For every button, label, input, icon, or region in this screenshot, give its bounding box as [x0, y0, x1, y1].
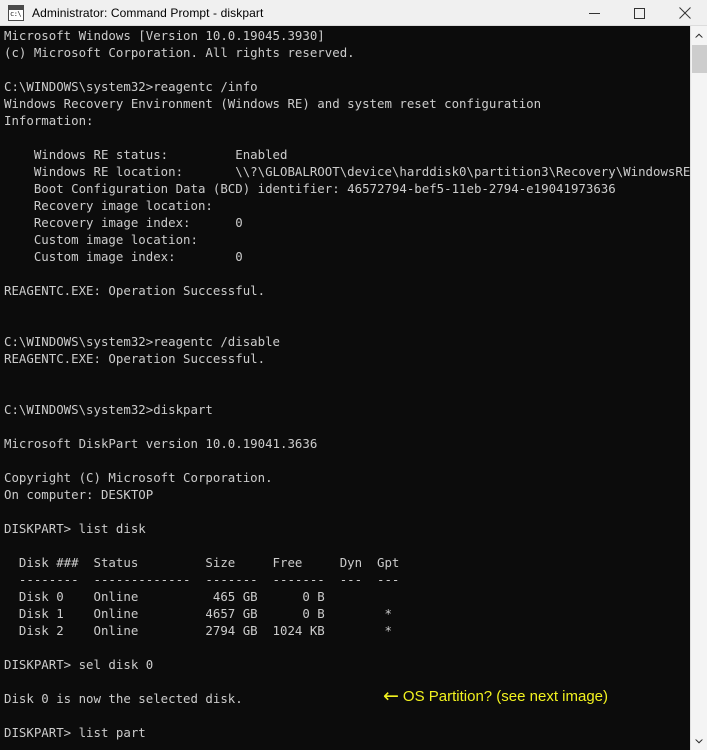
- chevron-down-icon: [695, 739, 703, 743]
- terminal-text: Microsoft Windows [Version 10.0.19045.39…: [4, 28, 690, 740]
- window-titlebar[interactable]: c:\ Administrator: Command Prompt - disk…: [0, 0, 707, 26]
- scroll-up-button[interactable]: [691, 26, 707, 44]
- scrollbar-track[interactable]: [691, 44, 707, 732]
- minimize-button[interactable]: [572, 0, 617, 26]
- window-controls: [572, 0, 707, 26]
- close-button[interactable]: [662, 0, 707, 26]
- maximize-button[interactable]: [617, 0, 662, 26]
- vertical-scrollbar[interactable]: [690, 26, 707, 750]
- close-icon: [678, 7, 691, 19]
- maximize-icon: [634, 7, 645, 19]
- scrollbar-thumb[interactable]: [692, 45, 707, 73]
- command-prompt-window: c:\ Administrator: Command Prompt - disk…: [0, 0, 707, 750]
- terminal-output-area[interactable]: Microsoft Windows [Version 10.0.19045.39…: [0, 26, 690, 750]
- console-icon-prompt-text: c:\: [10, 9, 22, 18]
- console-icon: c:\: [8, 4, 24, 21]
- scroll-down-button[interactable]: [691, 732, 707, 750]
- minimize-icon: [589, 12, 600, 14]
- window-title: Administrator: Command Prompt - diskpart: [32, 5, 264, 20]
- chevron-up-icon: [695, 33, 703, 37]
